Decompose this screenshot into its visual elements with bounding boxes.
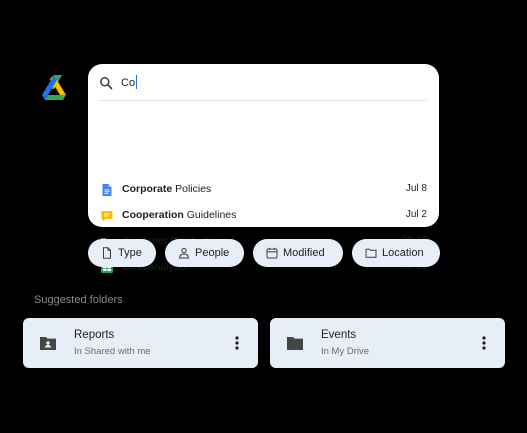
result-item-cooperation-guidelines[interactable]: Cooperation Guidelines Jul 2 <box>88 203 439 229</box>
more-options-icon[interactable] <box>228 333 246 353</box>
result-date: Jul 2 <box>405 209 427 220</box>
result-date: Jul 8 <box>405 183 427 194</box>
shared-folder-icon <box>40 337 56 350</box>
search-dropdown: Corporate Policies Jul 8 Cooperation Gui… <box>88 64 439 273</box>
search-input[interactable] <box>121 74 401 92</box>
suggested-folder-reports[interactable]: Reports In Shared with me <box>23 318 258 368</box>
folder-icon <box>287 337 303 350</box>
person-icon <box>178 247 190 259</box>
folder-outline-icon <box>365 248 377 258</box>
folder-name: Reports <box>74 329 115 341</box>
chat-icon <box>101 211 113 222</box>
search-icon <box>100 77 113 90</box>
folder-location: In My Drive <box>321 346 370 357</box>
file-icon <box>103 247 111 259</box>
filter-chip-people[interactable]: People <box>165 239 244 267</box>
chip-label: Modified <box>283 247 325 259</box>
result-item-corporate-policies[interactable]: Corporate Policies Jul 8 <box>88 177 439 203</box>
chip-label: Type <box>118 247 142 259</box>
docs-icon <box>102 184 112 196</box>
more-options-icon[interactable] <box>475 333 493 353</box>
text-caret <box>136 75 137 89</box>
result-name: Corporate Policies <box>122 183 212 195</box>
chip-label: People <box>195 247 230 259</box>
divider <box>100 100 427 101</box>
drive-logo-icon <box>42 75 66 100</box>
suggested-folders-heading: Suggested folders <box>34 294 123 306</box>
filter-chip-location[interactable]: Location <box>352 239 440 267</box>
chip-label: Location <box>382 247 424 259</box>
calendar-icon <box>266 247 278 259</box>
filter-chip-type[interactable]: Type <box>88 239 156 267</box>
result-name: Cooperation Guidelines <box>122 209 237 221</box>
filter-chip-modified[interactable]: Modified <box>253 239 343 267</box>
folder-name: Events <box>321 329 357 341</box>
search-bar[interactable] <box>88 64 439 100</box>
folder-location: In Shared with me <box>74 346 151 357</box>
suggested-folder-events[interactable]: Events In My Drive <box>270 318 505 368</box>
